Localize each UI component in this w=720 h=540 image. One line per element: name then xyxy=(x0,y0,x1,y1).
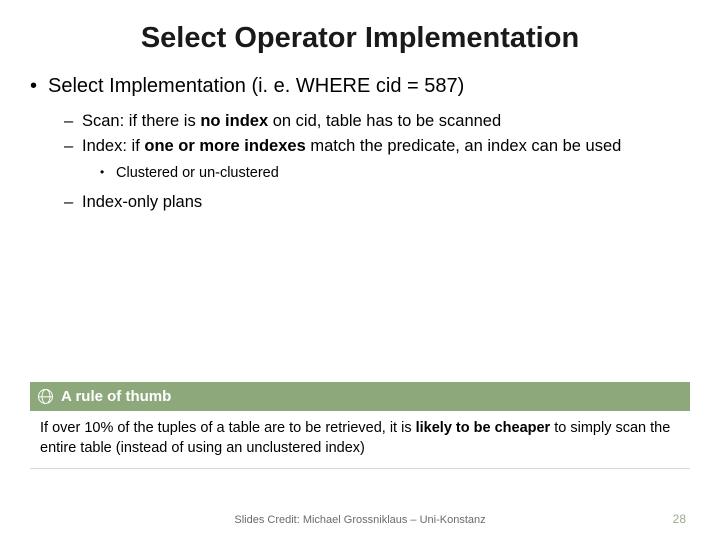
text: Scan: if there is xyxy=(82,112,200,130)
slide-content: Select Implementation (i. e. WHERE cid =… xyxy=(0,73,720,213)
footer-credit: Slides Credit: Michael Grossniklaus – Un… xyxy=(234,514,485,526)
text: If over 10% of the tuples of a table are… xyxy=(40,420,416,436)
text-bold: one or more indexes xyxy=(144,137,305,155)
bullet-scan: Scan: if there is no index on cid, table… xyxy=(28,110,692,132)
text-bold: no index xyxy=(200,112,268,130)
text: Index: if xyxy=(82,137,144,155)
bullet-index: Index: if one or more indexes match the … xyxy=(28,135,692,157)
text: on cid, table has to be scanned xyxy=(268,112,501,130)
text-bold: likely to be cheaper xyxy=(416,420,551,436)
slide-title: Select Operator Implementation xyxy=(0,0,720,73)
bullet-indexonly: Index-only plans xyxy=(28,191,692,213)
callout-heading-bar: A rule of thumb xyxy=(30,382,690,411)
page-number: 28 xyxy=(673,512,686,526)
bullet-clustered: Clustered or un-clustered xyxy=(28,164,692,184)
callout-box: A rule of thumb If over 10% of the tuple… xyxy=(30,382,690,469)
slide: Select Operator Implementation Select Im… xyxy=(0,0,720,540)
globe-icon xyxy=(38,389,53,404)
callout-heading: A rule of thumb xyxy=(61,388,171,405)
footer: Slides Credit: Michael Grossniklaus – Un… xyxy=(0,514,720,526)
callout-body: If over 10% of the tuples of a table are… xyxy=(30,411,690,469)
text: match the predicate, an index can be use… xyxy=(306,137,622,155)
bullet-level1: Select Implementation (i. e. WHERE cid =… xyxy=(28,73,692,100)
